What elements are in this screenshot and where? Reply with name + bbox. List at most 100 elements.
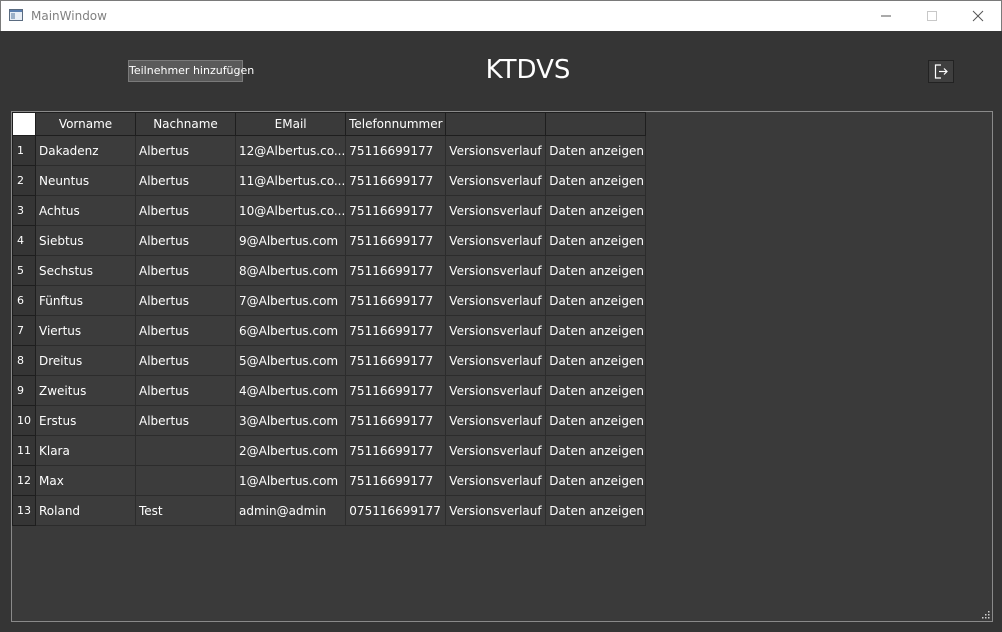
cell-vorname[interactable]: Siebtus: [35, 225, 136, 256]
cell-email[interactable]: 8@Albertus.com: [235, 255, 347, 286]
row-header[interactable]: 9: [12, 375, 36, 406]
cell-telefonnummer[interactable]: 75116699177: [345, 225, 447, 256]
cell-daten-anzeigen[interactable]: Daten anzeigen: [545, 405, 647, 436]
cell-telefonnummer[interactable]: 75116699177: [345, 165, 447, 196]
cell-nachname[interactable]: Albertus: [135, 195, 236, 226]
cell-versionsverlauf[interactable]: Versionsverlauf: [445, 165, 547, 196]
cell-vorname[interactable]: Klara: [35, 435, 136, 466]
cell-nachname[interactable]: Albertus: [135, 375, 236, 406]
cell-telefonnummer[interactable]: 075116699177: [345, 495, 447, 526]
close-button[interactable]: [955, 1, 1001, 31]
cell-email[interactable]: 1@Albertus.com: [235, 465, 347, 496]
row-header[interactable]: 11: [12, 435, 36, 466]
cell-daten-anzeigen[interactable]: Daten anzeigen: [545, 165, 647, 196]
table-row[interactable]: 10 Erstus Albertus 3@Albertus.com 7511669917…: [12, 405, 647, 436]
cell-telefonnummer[interactable]: 75116699177: [345, 435, 447, 466]
table-row[interactable]: 12 Max 1@Albertus.com 75116699177 Versionsve…: [12, 465, 647, 496]
cell-telefonnummer[interactable]: 75116699177: [345, 255, 447, 286]
cell-email[interactable]: 11@Albertus.co...: [235, 165, 347, 196]
cell-telefonnummer[interactable]: 75116699177: [345, 195, 447, 226]
cell-email[interactable]: 2@Albertus.com: [235, 435, 347, 466]
cell-nachname[interactable]: Albertus: [135, 285, 236, 316]
table-row[interactable]: 9 Zweitus Albertus 4@Albertus.com 7511669917…: [12, 375, 647, 406]
row-header[interactable]: 4: [12, 225, 36, 256]
cell-vorname[interactable]: Fünftus: [35, 285, 136, 316]
table-row[interactable]: 7 Viertus Albertus 6@Albertus.com 7511669917…: [12, 315, 647, 346]
cell-versionsverlauf[interactable]: Versionsverlauf: [445, 375, 547, 406]
row-header[interactable]: 2: [12, 165, 36, 196]
maximize-button[interactable]: [909, 1, 955, 31]
cell-nachname[interactable]: Albertus: [135, 405, 236, 436]
row-header[interactable]: 5: [12, 255, 36, 286]
cell-nachname[interactable]: Albertus: [135, 345, 236, 376]
cell-nachname[interactable]: [135, 465, 236, 496]
cell-nachname[interactable]: Albertus: [135, 135, 236, 166]
cell-email[interactable]: 10@Albertus.co...: [235, 195, 347, 226]
row-header[interactable]: 3: [12, 195, 36, 226]
cell-email[interactable]: 3@Albertus.com: [235, 405, 347, 436]
cell-vorname[interactable]: Erstus: [35, 405, 136, 436]
cell-versionsverlauf[interactable]: Versionsverlauf: [445, 225, 547, 256]
cell-versionsverlauf[interactable]: Versionsverlauf: [445, 345, 547, 376]
cell-email[interactable]: 4@Albertus.com: [235, 375, 347, 406]
cell-email[interactable]: 7@Albertus.com: [235, 285, 347, 316]
select-all-corner[interactable]: [12, 112, 36, 136]
cell-versionsverlauf[interactable]: Versionsverlauf: [445, 285, 547, 316]
cell-vorname[interactable]: Achtus: [35, 195, 136, 226]
row-header[interactable]: 7: [12, 315, 36, 346]
cell-daten-anzeigen[interactable]: Daten anzeigen: [545, 435, 647, 466]
table-row[interactable]: 11 Klara 2@Albertus.com 75116699177 Versions…: [12, 435, 647, 466]
cell-versionsverlauf[interactable]: Versionsverlauf: [445, 495, 547, 526]
cell-nachname[interactable]: [135, 435, 236, 466]
cell-versionsverlauf[interactable]: Versionsverlauf: [445, 135, 547, 166]
table-row[interactable]: 3 Achtus Albertus 10@Albertus.co... 75116699…: [12, 195, 647, 226]
cell-telefonnummer[interactable]: 75116699177: [345, 465, 447, 496]
column-header-versions[interactable]: [445, 112, 547, 136]
add-participant-button[interactable]: Teilnehmer hinzufügen: [128, 60, 254, 82]
cell-versionsverlauf[interactable]: Versionsverlauf: [445, 315, 547, 346]
cell-daten-anzeigen[interactable]: Daten anzeigen: [545, 375, 647, 406]
row-header[interactable]: 12: [12, 465, 36, 496]
logout-button[interactable]: [928, 60, 954, 83]
cell-daten-anzeigen[interactable]: Daten anzeigen: [545, 195, 647, 226]
row-header[interactable]: 6: [12, 285, 36, 316]
cell-email[interactable]: 12@Albertus.co...: [235, 135, 347, 166]
resize-grip-icon[interactable]: [982, 611, 990, 619]
cell-email[interactable]: 6@Albertus.com: [235, 315, 347, 346]
cell-email[interactable]: 5@Albertus.com: [235, 345, 347, 376]
cell-versionsverlauf[interactable]: Versionsverlauf: [445, 255, 547, 286]
cell-vorname[interactable]: Roland: [35, 495, 136, 526]
cell-telefonnummer[interactable]: 75116699177: [345, 405, 447, 436]
cell-versionsverlauf[interactable]: Versionsverlauf: [445, 435, 547, 466]
cell-daten-anzeigen[interactable]: Daten anzeigen: [545, 135, 647, 166]
table-row[interactable]: 2 Neuntus Albertus 11@Albertus.co... 7511669…: [12, 165, 647, 196]
cell-daten-anzeigen[interactable]: Daten anzeigen: [545, 345, 647, 376]
cell-daten-anzeigen[interactable]: Daten anzeigen: [545, 225, 647, 256]
cell-vorname[interactable]: Dakadenz: [35, 135, 136, 166]
cell-vorname[interactable]: Dreitus: [35, 345, 136, 376]
table-row[interactable]: 13 Roland Test admin@admin 075116699177 Versi…: [12, 495, 647, 526]
column-header-email[interactable]: EMail: [234, 112, 347, 136]
table-row[interactable]: 4 Siebtus Albertus 9@Albertus.com 7511669917…: [12, 225, 647, 256]
table-row[interactable]: 5 Sechstus Albertus 8@Albertus.com 751166991…: [12, 255, 647, 286]
cell-versionsverlauf[interactable]: Versionsverlauf: [445, 465, 547, 496]
row-header[interactable]: 10: [12, 405, 36, 436]
column-header-telefonnummer[interactable]: Telefonnummer: [345, 112, 447, 136]
cell-vorname[interactable]: Zweitus: [35, 375, 136, 406]
column-header-details[interactable]: [545, 112, 647, 136]
cell-nachname[interactable]: Albertus: [135, 255, 236, 286]
cell-nachname[interactable]: Albertus: [135, 315, 236, 346]
table-row[interactable]: 1 Dakadenz Albertus 12@Albertus.co... 751166…: [12, 135, 647, 166]
cell-telefonnummer[interactable]: 75116699177: [345, 375, 447, 406]
cell-vorname[interactable]: Max: [35, 465, 136, 496]
cell-daten-anzeigen[interactable]: Daten anzeigen: [545, 495, 647, 526]
column-header-nachname[interactable]: Nachname: [135, 112, 236, 136]
cell-daten-anzeigen[interactable]: Daten anzeigen: [545, 465, 647, 496]
cell-nachname[interactable]: Test: [135, 495, 236, 526]
cell-telefonnummer[interactable]: 75116699177: [345, 285, 447, 316]
cell-versionsverlauf[interactable]: Versionsverlauf: [445, 405, 547, 436]
cell-nachname[interactable]: Albertus: [135, 165, 236, 196]
cell-vorname[interactable]: Neuntus: [35, 165, 136, 196]
row-header[interactable]: 13: [12, 495, 36, 526]
table-row[interactable]: 8 Dreitus Albertus 5@Albertus.com 7511669917…: [12, 345, 647, 376]
